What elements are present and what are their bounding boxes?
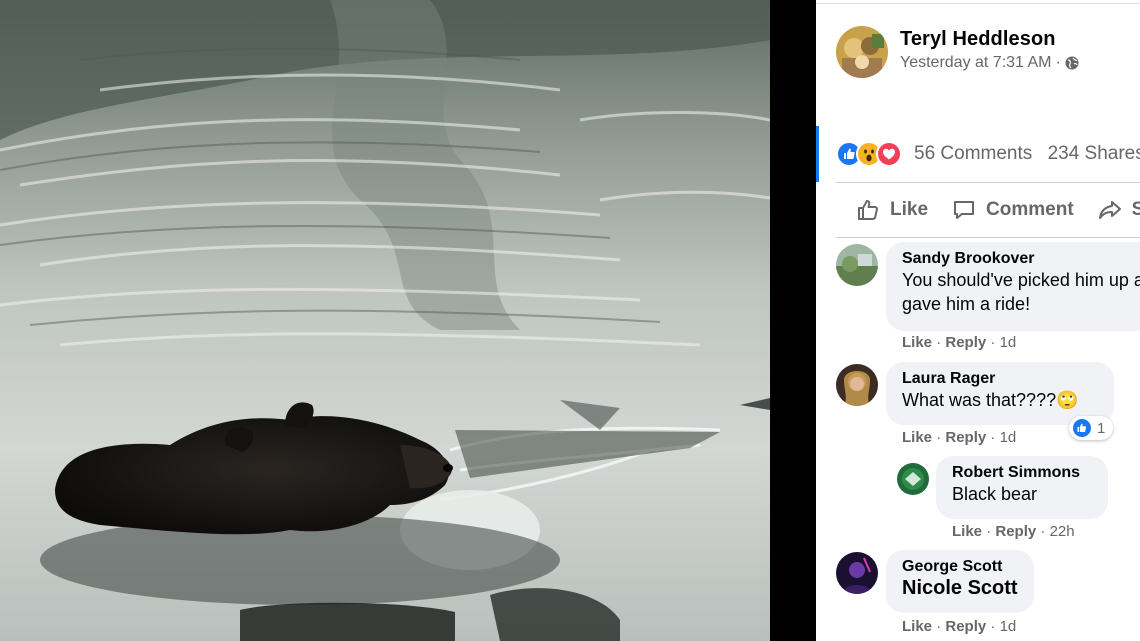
share-label: Share: [1131, 199, 1140, 220]
comment-text-body: What was that????: [902, 390, 1057, 410]
post-panel: Teryl Heddleson Yesterday at 7:31 AM · 5…: [816, 0, 1140, 641]
comments-count[interactable]: 56 Comments: [914, 143, 1032, 164]
comment-meta: Like · Reply · 22h: [952, 523, 1075, 540]
comment-label: Comment: [986, 199, 1074, 220]
comment-like-link[interactable]: Like: [902, 618, 932, 635]
focus-accent-bar: [816, 126, 819, 182]
comment-reply-link[interactable]: Reply: [995, 523, 1036, 540]
meta-separator: ·: [990, 429, 996, 446]
post-action-bar: Like Comment Share: [856, 195, 1140, 225]
comment-reply-link[interactable]: Reply: [945, 334, 986, 351]
avatar[interactable]: [836, 364, 878, 406]
thumbs-up-icon: [858, 200, 878, 220]
comment-like-link[interactable]: Like: [952, 523, 982, 540]
reaction-summary[interactable]: [836, 140, 902, 168]
meta-separator: ·: [990, 618, 996, 635]
commenter-name[interactable]: Robert Simmons: [952, 464, 1094, 482]
comment-time[interactable]: 1d: [1000, 618, 1017, 635]
comment-time[interactable]: 22h: [1050, 523, 1075, 540]
actions-divider-bottom: [836, 237, 1140, 238]
like-label: Like: [890, 199, 929, 220]
reaction-count: 1: [1097, 419, 1106, 437]
author-avatar[interactable]: [836, 26, 888, 78]
comment-meta: Like · Reply · 1d: [902, 618, 1016, 635]
comment-text: Black bear: [952, 484, 1038, 504]
post-timestamp[interactable]: Yesterday at 7:31 AM: [900, 54, 1052, 72]
comment-reply-link[interactable]: Reply: [945, 429, 986, 446]
comment-text: What was that????🙄: [902, 388, 1100, 412]
comment-icon: [954, 201, 975, 219]
comment-like-link[interactable]: Like: [902, 429, 932, 446]
author-name[interactable]: Teryl Heddleson: [900, 28, 1056, 51]
comment-meta: Like · Reply · 1d: [902, 334, 1016, 351]
comment-reaction-badge[interactable]: 1: [1069, 416, 1114, 440]
video-letterbox: [770, 0, 816, 641]
love-icon: [876, 141, 902, 167]
meta-separator: ·: [936, 618, 942, 635]
eye-roll-emoji: 🙄: [1056, 390, 1079, 410]
meta-separator: ·: [936, 334, 942, 351]
comment-text: You should've picked him up and: [902, 270, 1140, 290]
video-player[interactable]: [0, 0, 770, 641]
actions-divider-top: [836, 182, 1140, 183]
post-meta: Yesterday at 7:31 AM ·: [900, 54, 1079, 72]
comment-bubble: George Scott Nicole Scott: [886, 550, 1034, 613]
comment-like-link[interactable]: Like: [902, 334, 932, 351]
commenter-name[interactable]: Laura Rager: [902, 370, 1100, 388]
comment-bubble: Sandy Brookover You should've picked him…: [886, 242, 1140, 331]
like-icon: [1073, 419, 1091, 437]
comment-button[interactable]: Comment: [952, 198, 1074, 222]
comment-time[interactable]: 1d: [1000, 334, 1017, 351]
meta-separator: ·: [990, 334, 996, 351]
meta-separator: ·: [1055, 54, 1061, 71]
avatar[interactable]: [897, 463, 929, 495]
share-button[interactable]: Share: [1098, 198, 1140, 222]
comment-text: gave him a ride!: [902, 294, 1031, 314]
tagged-user-link[interactable]: Nicole Scott: [902, 576, 1020, 600]
comment-meta: Like · Reply · 1d: [902, 429, 1016, 446]
panel-top-divider: [816, 0, 1140, 4]
comment-time[interactable]: 1d: [1000, 429, 1017, 446]
avatar[interactable]: [836, 552, 878, 594]
commenter-name[interactable]: George Scott: [902, 558, 1020, 576]
globe-icon: [1065, 56, 1079, 70]
meta-separator: ·: [1040, 523, 1046, 540]
comment-reply-link[interactable]: Reply: [945, 618, 986, 635]
shares-count[interactable]: 234 Shares: [1048, 143, 1140, 164]
meta-separator: ·: [936, 429, 942, 446]
video-frame: [0, 0, 770, 641]
avatar[interactable]: [836, 244, 878, 286]
engagement-counts: 56 Comments 234 Shares: [914, 143, 1140, 165]
commenter-name[interactable]: Sandy Brookover: [902, 250, 1140, 268]
meta-separator: ·: [986, 523, 992, 540]
share-icon: [1098, 201, 1121, 219]
like-button[interactable]: Like: [856, 198, 928, 222]
comment-bubble: Robert Simmons Black bear: [936, 456, 1108, 519]
